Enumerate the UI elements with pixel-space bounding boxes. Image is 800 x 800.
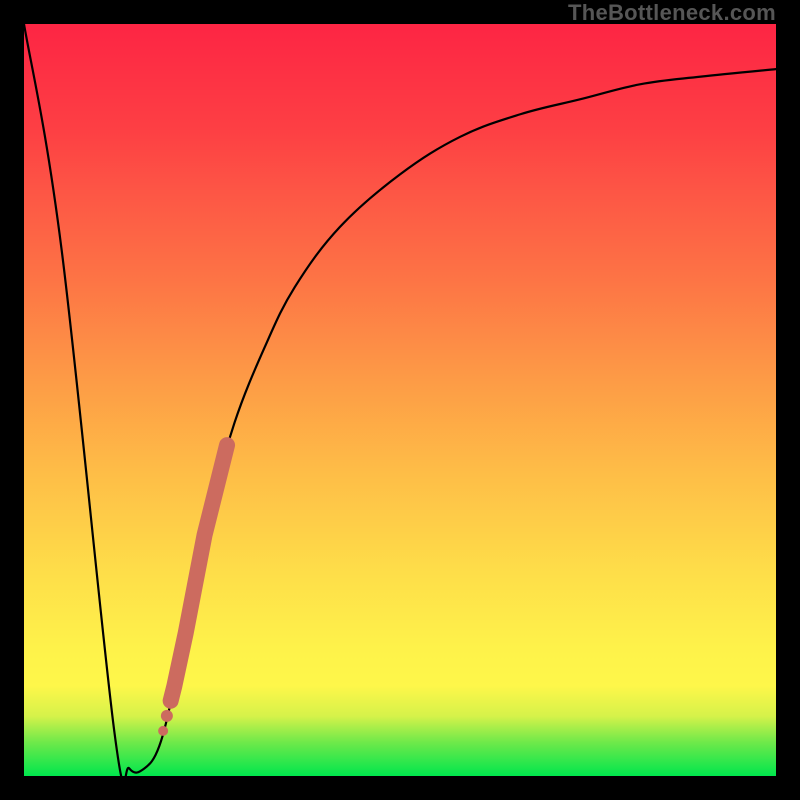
highlight-dot (158, 726, 168, 736)
watermark-text: TheBottleneck.com (568, 0, 776, 26)
highlight-stroke (171, 445, 227, 701)
bottleneck-curve-path (24, 24, 776, 776)
highlight-dots (158, 445, 227, 736)
chart-plot-area (24, 24, 776, 776)
highlight-dot (161, 710, 173, 722)
bottleneck-curve-svg (24, 24, 776, 776)
